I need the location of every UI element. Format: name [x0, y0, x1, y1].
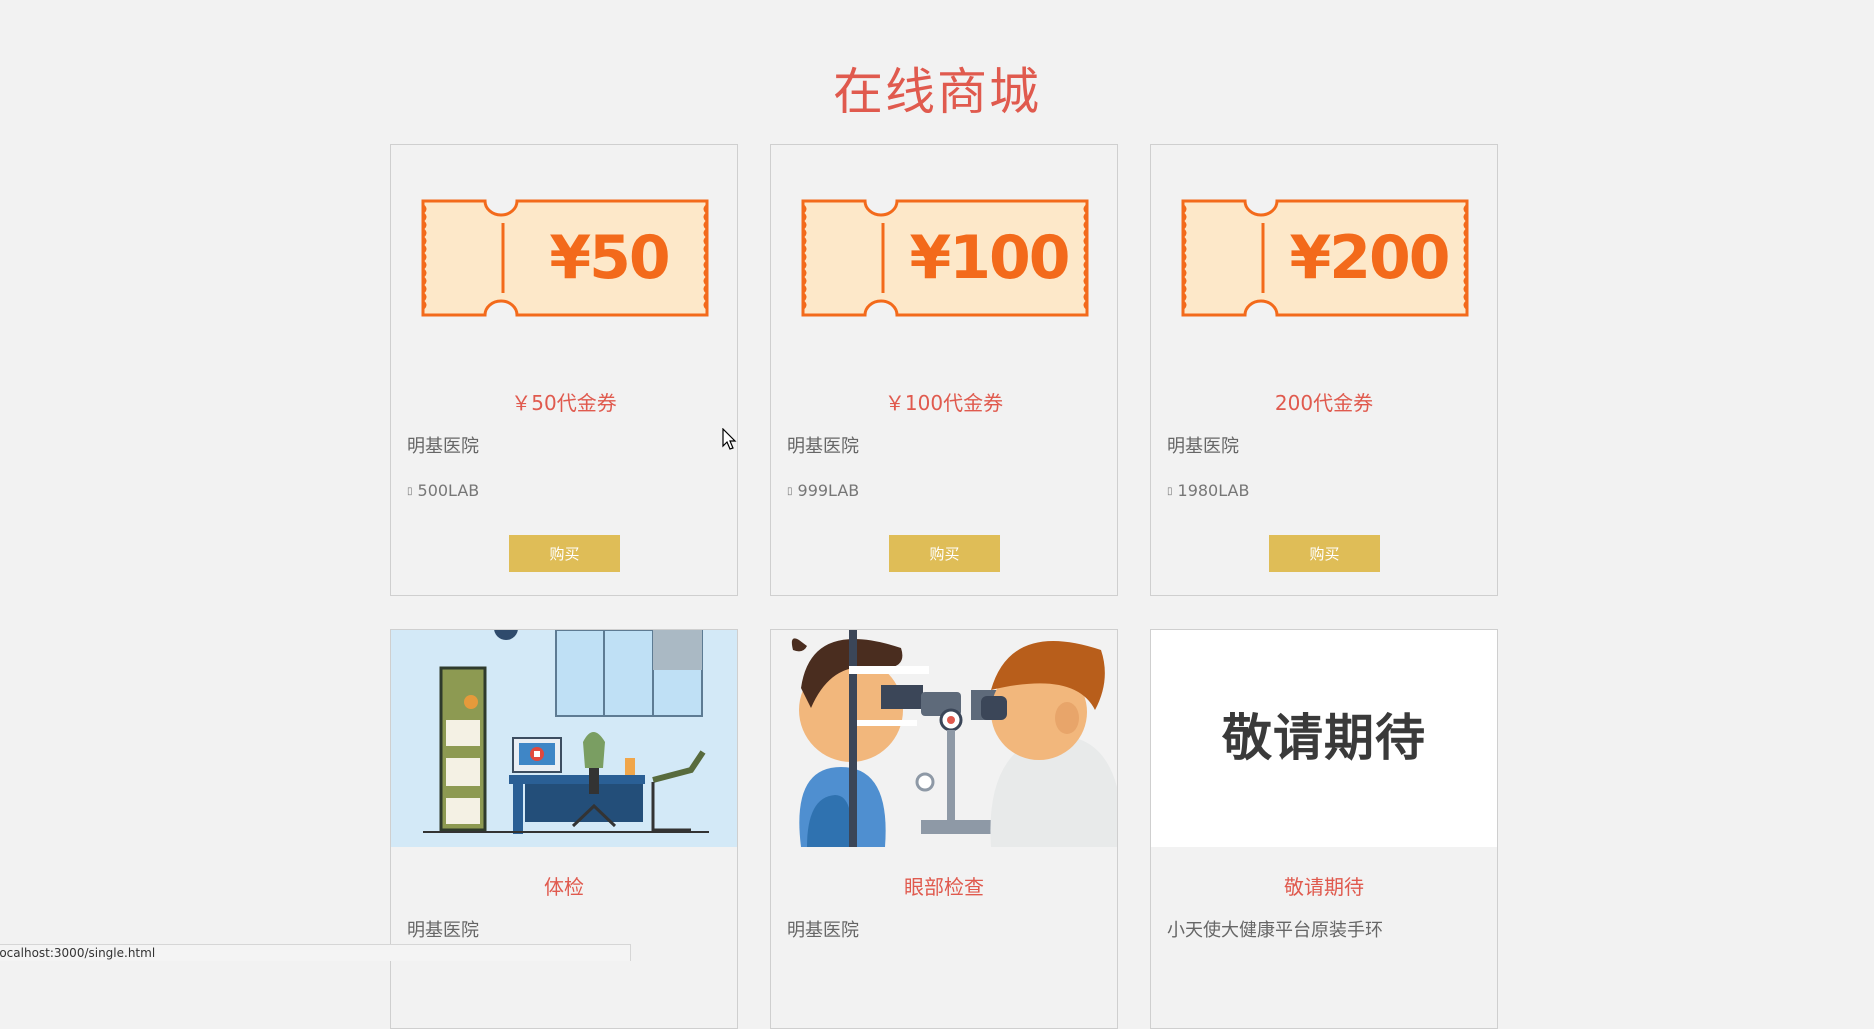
coupon-image[interactable]: ¥200: [1179, 195, 1471, 321]
hospital-name: 明基医院: [407, 920, 479, 941]
coming-soon-image[interactable]: 敬请期待: [1151, 630, 1497, 847]
eye-exam-image[interactable]: [771, 630, 1117, 847]
medical-office-image[interactable]: [391, 630, 737, 847]
eye-exam-illustration: [771, 630, 1117, 847]
coupon-image[interactable]: ¥50: [419, 195, 711, 321]
product-title[interactable]: 200代金券: [1151, 387, 1497, 416]
price-value: 500LAB: [417, 481, 480, 500]
coupon-amount: ¥50: [549, 223, 670, 293]
price: ▯ 1980LAB: [1167, 481, 1249, 500]
product-card-coupon-100[interactable]: ¥100 ￥100代金券 明基医院 ▯ 999LAB 购买: [770, 144, 1118, 596]
coupon-amount: ¥200: [1289, 223, 1451, 293]
coupon-amount: ¥100: [909, 223, 1071, 293]
page-title: 在线商城: [833, 63, 1041, 121]
product-title[interactable]: 眼部检查: [771, 871, 1117, 900]
product-card-coming-soon[interactable]: 敬请期待 敬请期待 小天使大健康平台原装手环: [1150, 629, 1498, 1029]
coupon-image[interactable]: ¥100: [799, 195, 1091, 321]
buy-button[interactable]: 购买: [889, 535, 1000, 572]
product-card-eye-exam[interactable]: 眼部检查 明基医院: [770, 629, 1118, 1029]
coming-soon-image-text: 敬请期待: [1222, 709, 1426, 767]
price: ▯ 999LAB: [787, 481, 859, 500]
browser-status-bar: localhost:3000/single.html: [0, 944, 631, 961]
product-title[interactable]: 敬请期待: [1151, 871, 1497, 900]
buy-button[interactable]: 购买: [1269, 535, 1380, 572]
hospital-name: 明基医院: [407, 436, 479, 457]
hospital-name: 明基医院: [787, 436, 859, 457]
medical-office-illustration: [391, 630, 737, 847]
product-description: 小天使大健康平台原装手环: [1167, 920, 1383, 941]
coin-icon: ▯: [407, 486, 413, 497]
price-value: 999LAB: [797, 481, 860, 500]
product-title[interactable]: 体检: [391, 871, 737, 900]
status-url: localhost:3000/single.html: [0, 946, 156, 960]
buy-button[interactable]: 购买: [509, 535, 620, 572]
coin-icon: ▯: [1167, 486, 1173, 497]
product-card-coupon-50[interactable]: ¥50 ￥50代金券 明基医院 ▯ 500LAB 购买: [390, 144, 738, 596]
coin-icon: ▯: [787, 486, 793, 497]
price-value: 1980LAB: [1177, 481, 1250, 500]
hospital-name: 明基医院: [787, 920, 859, 941]
product-title[interactable]: ￥100代金券: [771, 387, 1117, 416]
product-title[interactable]: ￥50代金券: [391, 387, 737, 416]
price: ▯ 500LAB: [407, 481, 479, 500]
product-card-coupon-200[interactable]: ¥200 200代金券 明基医院 ▯ 1980LAB 购买: [1150, 144, 1498, 596]
hospital-name: 明基医院: [1167, 436, 1239, 457]
product-card-checkup[interactable]: 体检 明基医院: [390, 629, 738, 1029]
mouse-cursor-icon: [722, 428, 737, 450]
